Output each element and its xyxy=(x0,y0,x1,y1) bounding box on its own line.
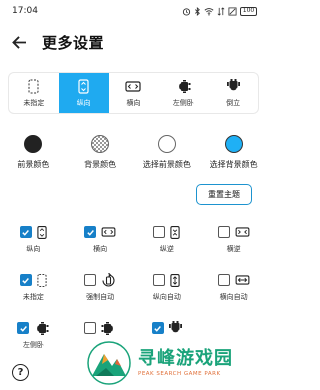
battery-level: 100 xyxy=(242,7,255,14)
selected-foreground-color-swatch[interactable] xyxy=(157,135,176,153)
phone-portrait-reverse-icon xyxy=(170,225,181,239)
orient-left-reclining[interactable]: 左侧卧 xyxy=(158,73,208,113)
check-icon xyxy=(22,229,30,236)
check-icon xyxy=(154,325,162,332)
option-landscape[interactable]: 横向 xyxy=(67,222,134,270)
option-portrait-auto-label: 纵向自动 xyxy=(152,293,181,301)
watermark-title: 寻峰游戏园 xyxy=(138,348,233,370)
battery-icon: 100 xyxy=(240,6,257,16)
option-portrait-auto[interactable]: 纵向自动 xyxy=(134,270,201,318)
reset-theme-label: 重置主题 xyxy=(208,190,240,199)
page-title: 更多设置 xyxy=(42,33,105,52)
option-landscape-reverse[interactable]: 横逆 xyxy=(200,222,267,270)
orient-landscape-label: 横向 xyxy=(126,98,141,107)
orient-unspecified-label: 未指定 xyxy=(23,98,45,107)
reset-theme-button[interactable]: 重置主题 xyxy=(196,184,252,205)
option-unspecified-label: 未指定 xyxy=(22,293,44,301)
background-color-option[interactable]: 背景颜色 xyxy=(67,135,134,175)
option-portrait-auto-checkbox[interactable] xyxy=(153,274,166,286)
orient-left-reclining-label: 左侧卧 xyxy=(172,98,194,107)
option-left-reclining[interactable]: 左侧卧 xyxy=(0,318,67,366)
option-portrait-reverse[interactable]: 纵逆 xyxy=(134,222,201,270)
option-left-reclining-label: 左侧卧 xyxy=(22,341,44,349)
data-icon xyxy=(217,6,225,16)
selected-foreground-color-option[interactable]: 选择前景颜色 xyxy=(134,135,201,175)
help-button[interactable]: ? xyxy=(12,364,29,381)
orientation-segmented-bar: 未指定 纵向 横向 左侧卧 倒立 xyxy=(8,72,259,114)
watermark-logo: 寻峰游戏园 PEAK SEARCH GAME PARK xyxy=(86,336,267,390)
mountain-logo-icon xyxy=(87,341,131,385)
back-button[interactable] xyxy=(8,31,30,53)
background-color-swatch[interactable] xyxy=(91,135,110,153)
option-portrait-reverse-checkbox[interactable] xyxy=(153,226,166,238)
options-row: 未指定 强制自动 纵向自动 横向自动 xyxy=(0,270,267,318)
phone-portrait-auto-icon xyxy=(170,273,181,287)
option-unspecified-checkbox[interactable] xyxy=(19,274,32,286)
rotate-force-icon xyxy=(102,272,115,287)
options-row: 纵向 横向 纵逆 横逆 xyxy=(0,222,267,270)
orient-unspecified[interactable]: 未指定 xyxy=(9,73,59,113)
orient-portrait[interactable]: 纵向 xyxy=(58,73,109,113)
android-upside-icon xyxy=(168,320,182,332)
option-landscape-auto[interactable]: 横向自动 xyxy=(200,270,267,318)
phone-portrait-icon xyxy=(78,79,89,94)
help-circle-icon: ? xyxy=(17,367,24,378)
option-force-auto-checkbox[interactable] xyxy=(84,274,97,286)
option-right-reclining-checkbox[interactable] xyxy=(84,322,97,334)
option-landscape-reverse-label: 横逆 xyxy=(226,245,241,253)
option-force-auto[interactable]: 强制自动 xyxy=(67,270,134,318)
check-icon xyxy=(20,325,27,332)
option-landscape-checkbox[interactable] xyxy=(84,226,97,238)
watermark-subtitle: PEAK SEARCH GAME PARK xyxy=(138,370,221,377)
bluetooth-icon xyxy=(195,6,200,16)
status-bar: 17:04 100 xyxy=(0,0,267,22)
option-landscape-auto-label: 横向自动 xyxy=(219,293,248,301)
watermark-text: 寻峰游戏园 PEAK SEARCH GAME PARK xyxy=(138,349,233,377)
color-settings-row: 前景颜色 背景颜色 选择前景颜色 选择背景颜色 xyxy=(0,135,267,175)
phone-landscape-icon xyxy=(125,81,142,92)
option-portrait[interactable]: 纵向 xyxy=(0,222,67,270)
option-force-auto-label: 强制自动 xyxy=(86,293,115,301)
arrow-left-icon xyxy=(11,35,26,49)
check-icon xyxy=(22,277,30,284)
status-time: 17:04 xyxy=(12,6,38,16)
status-icons: 100 xyxy=(182,6,257,16)
option-portrait-checkbox[interactable] xyxy=(19,226,32,238)
phone-portrait-icon xyxy=(37,225,47,239)
check-icon xyxy=(86,229,94,236)
phone-landscape-auto-icon xyxy=(235,275,250,285)
option-landscape-label: 横向 xyxy=(93,245,108,253)
foreground-color-option[interactable]: 前景颜色 xyxy=(0,135,67,175)
selected-background-color-swatch[interactable] xyxy=(224,135,243,153)
orient-upside-down-label: 倒立 xyxy=(226,98,241,107)
phone-dashed-icon xyxy=(37,273,47,287)
android-right-icon xyxy=(101,321,113,335)
option-portrait-reverse-label: 纵逆 xyxy=(159,245,174,253)
orient-portrait-label: 纵向 xyxy=(76,98,91,107)
orient-upside-down[interactable]: 倒立 xyxy=(208,73,258,113)
android-left-icon xyxy=(37,321,49,335)
option-landscape-reverse-checkbox[interactable] xyxy=(217,226,230,238)
alarm-icon xyxy=(182,7,191,16)
selected-background-color-label: 选择背景颜色 xyxy=(209,160,258,169)
selected-foreground-color-label: 选择前景颜色 xyxy=(142,160,191,169)
option-upside-down-checkbox[interactable] xyxy=(151,322,164,334)
phone-landscape-icon xyxy=(101,227,116,237)
option-unspecified[interactable]: 未指定 xyxy=(0,270,67,318)
phone-dashed-icon xyxy=(28,79,39,94)
selected-background-color-option[interactable]: 选择背景颜色 xyxy=(200,135,267,175)
background-color-label: 背景颜色 xyxy=(84,160,117,169)
option-landscape-auto-checkbox[interactable] xyxy=(217,274,230,286)
option-portrait-label: 纵向 xyxy=(26,245,41,253)
orient-landscape[interactable]: 横向 xyxy=(109,73,159,113)
android-upside-icon xyxy=(226,79,240,91)
mute-icon xyxy=(228,6,237,16)
android-left-icon xyxy=(178,80,191,93)
foreground-color-label: 前景颜色 xyxy=(17,160,50,169)
wifi-icon xyxy=(204,7,214,15)
phone-landscape-reverse-icon xyxy=(235,227,250,237)
foreground-color-swatch[interactable] xyxy=(24,135,43,153)
app-bar: 更多设置 xyxy=(0,28,267,56)
option-left-reclining-checkbox[interactable] xyxy=(17,322,30,334)
